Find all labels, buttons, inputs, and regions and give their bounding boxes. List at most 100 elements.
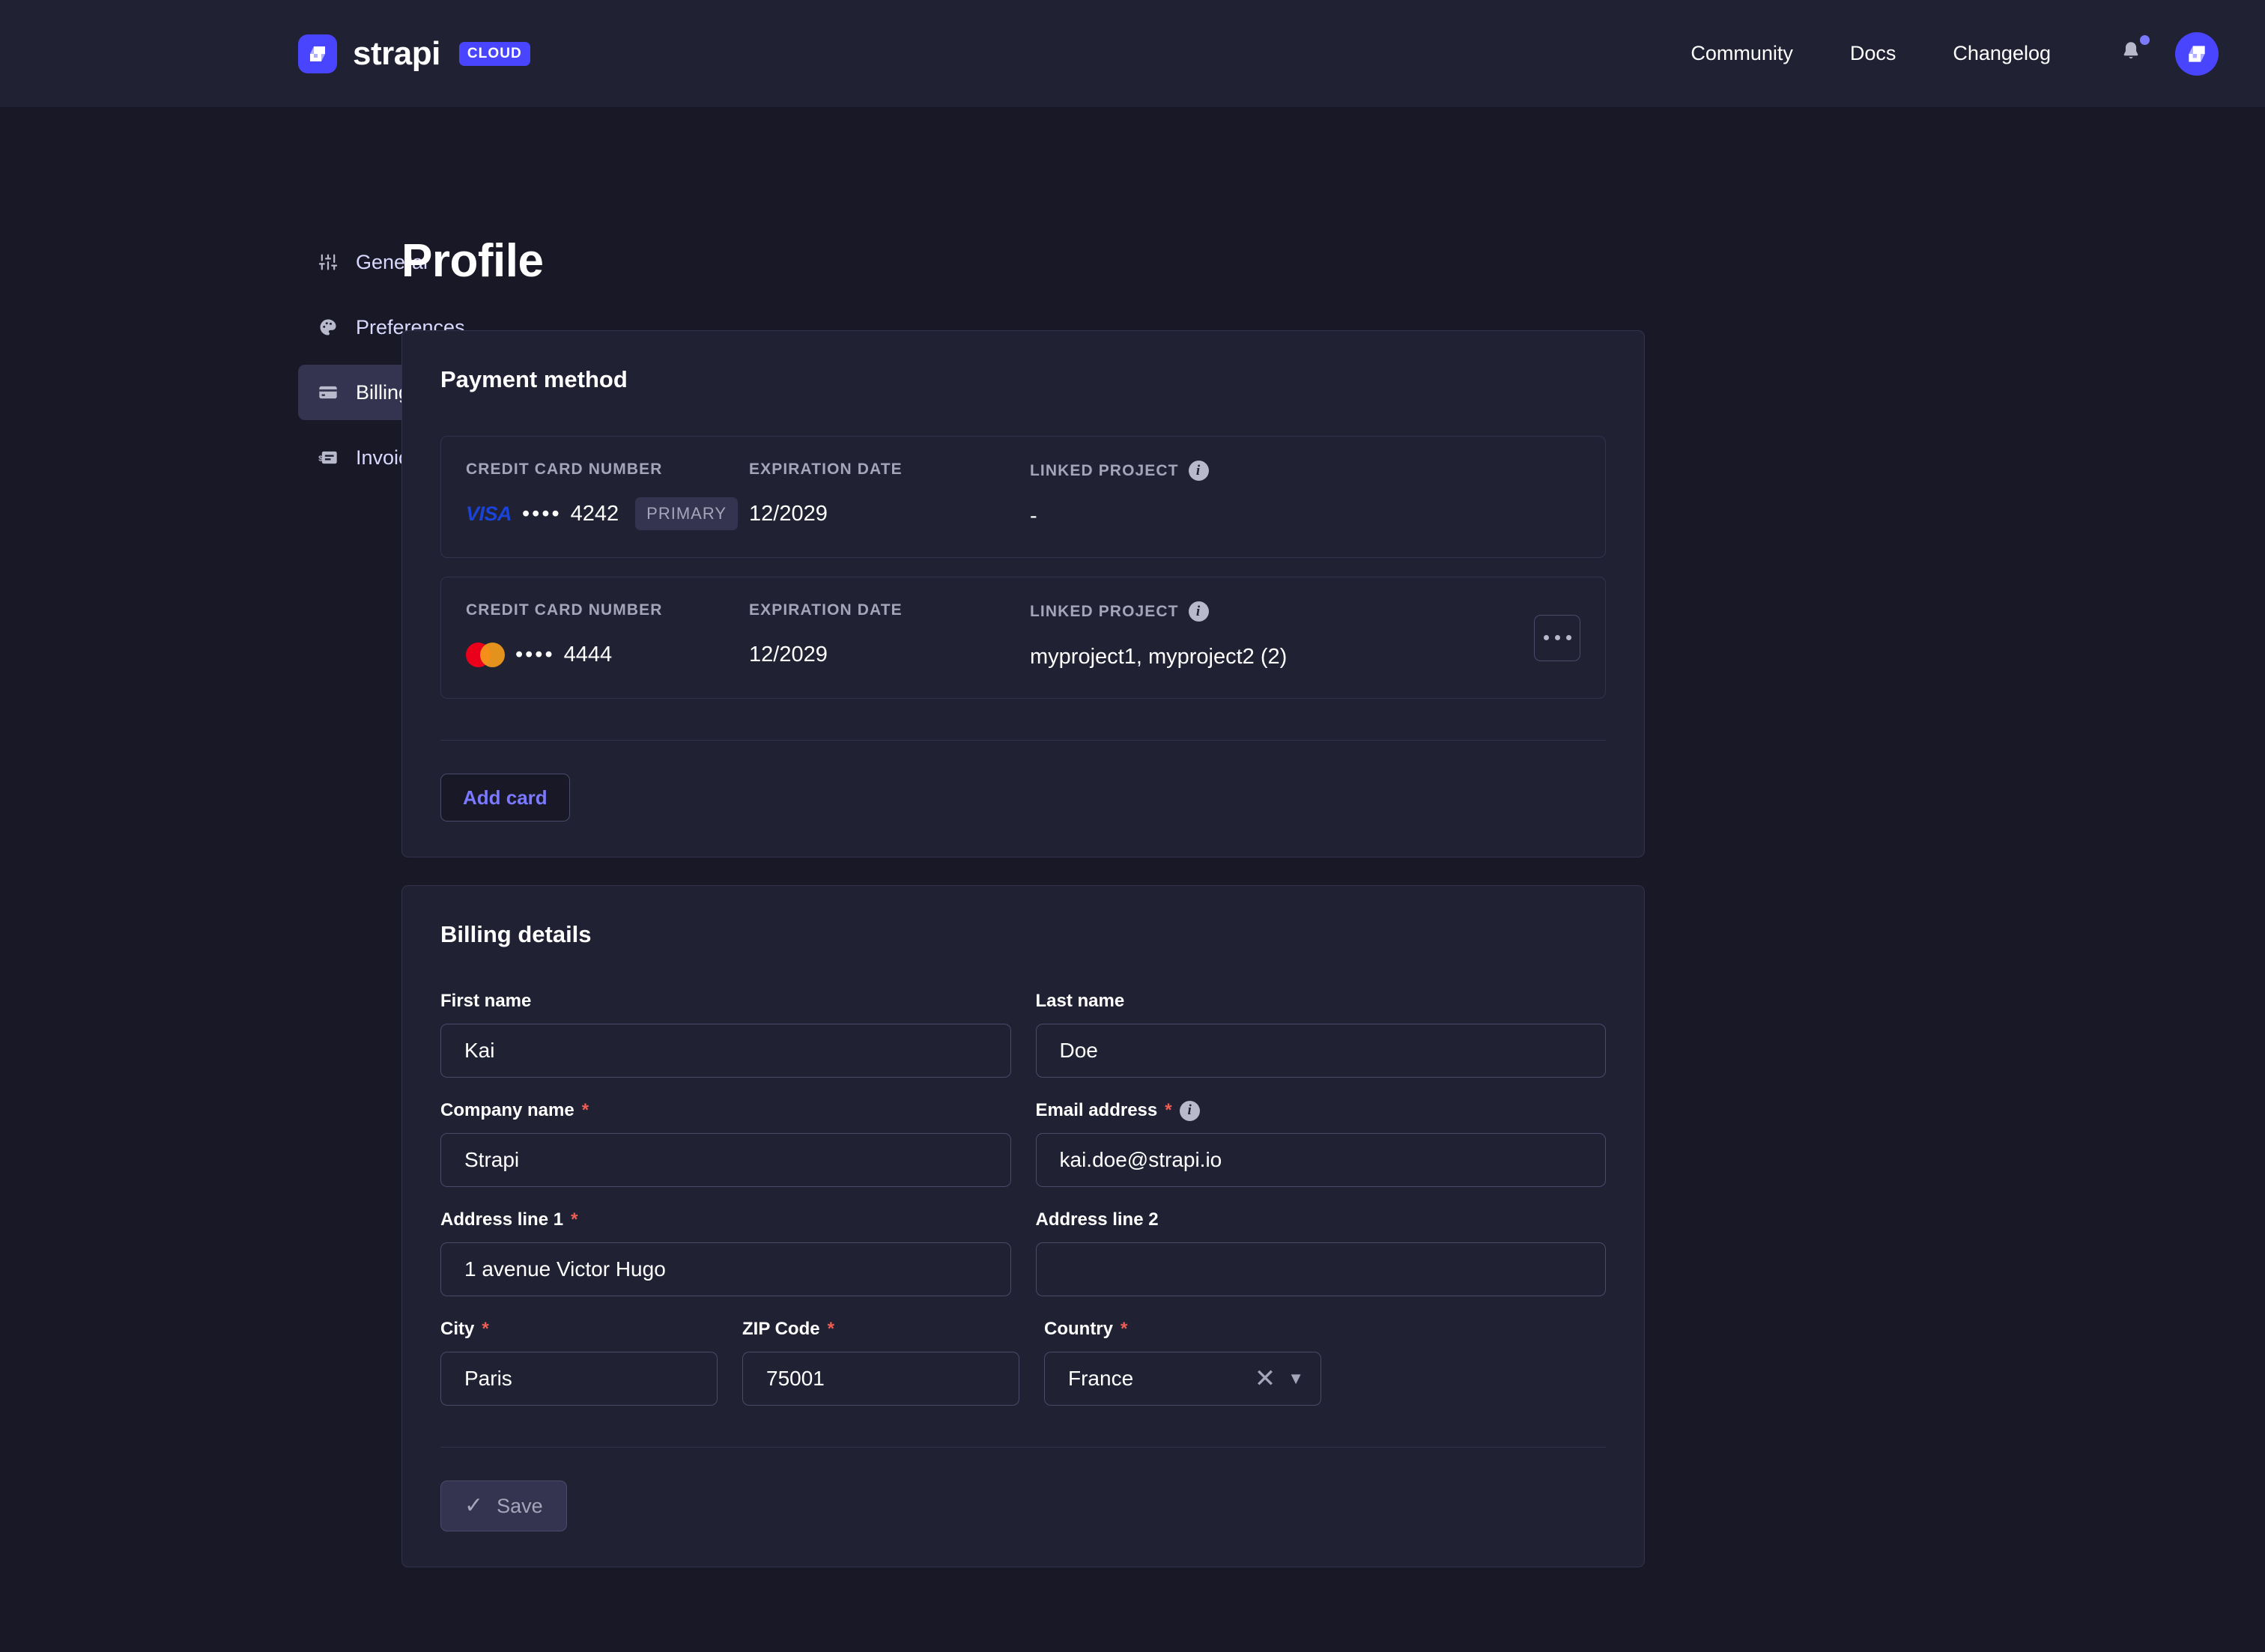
save-button-label: Save [497,1494,543,1517]
card-last4: 4444 [563,642,613,666]
panel-divider [440,740,1606,741]
field-city: City * Paris [440,1319,718,1406]
save-button[interactable]: ✓ Save [440,1481,567,1531]
palette-icon [316,315,340,339]
address-line-2-label-text: Address line 2 [1035,1209,1159,1230]
strapi-avatar-icon [2189,45,2205,62]
more-dot [1543,635,1549,640]
header-nav-links: Community Docs Changelog [1662,31,2219,76]
bell-icon [2123,42,2138,58]
zip-code-label-text: ZIP Code [742,1319,820,1339]
sliders-icon [316,250,340,274]
billing-details-panel: Billing details First name Kai Last name… [401,885,1645,1567]
field-email-address: Email address * i kai.doe@strapi.io [1035,1100,1607,1187]
email-address-label-text: Email address [1035,1100,1158,1120]
email-address-label: Email address * i [1036,1100,1607,1121]
notifications-button[interactable] [2111,35,2151,68]
city-input[interactable]: Paris [440,1352,718,1406]
first-name-input[interactable]: Kai [440,1024,1011,1078]
column-header-linked-project: LINKED PROJECT i [1030,601,1580,622]
card-number-value: •••• 4444 [466,639,749,670]
brand-logo[interactable]: strapi CLOUD [298,34,530,73]
payment-card-row-mastercard[interactable]: CREDIT CARD NUMBER •••• 4444 EXPIRATION … [440,577,1606,699]
page-body: General Preferences Billing $ Invoices P… [0,107,2265,1595]
payment-method-panel: Payment method CREDIT CARD NUMBER VISA •… [401,330,1645,857]
zip-code-input[interactable]: 75001 [742,1352,1019,1406]
last-name-input[interactable]: Doe [1035,1024,1606,1078]
email-address-input[interactable]: kai.doe@strapi.io [1035,1133,1606,1187]
add-card-button[interactable]: Add card [440,774,570,822]
company-name-input[interactable]: Strapi [440,1133,1011,1187]
nav-link-docs[interactable]: Docs [1822,42,1925,65]
card-linked-project-column: LINKED PROJECT i - [1030,461,1580,532]
country-select[interactable]: France ✕ ▼ [1044,1352,1321,1406]
info-icon[interactable]: i [1188,461,1209,481]
nav-link-changelog[interactable]: Changelog [1924,42,2079,65]
panel-divider [440,1447,1606,1448]
card-expiry-column: EXPIRATION DATE 12/2029 [749,601,1030,672]
card-linked-project-value: myproject1, myproject2 (2) [1030,644,1288,669]
required-asterisk: * [571,1209,578,1230]
brand-cloud-badge: CLOUD [458,41,530,66]
nav-link-community[interactable]: Community [1662,42,1822,65]
info-icon[interactable]: i [1179,1100,1200,1121]
column-header-expiration-date: EXPIRATION DATE [749,601,903,619]
card-linked-project-column: LINKED PROJECT i myproject1, myproject2 … [1030,601,1580,672]
field-address-line-2: Address line 2 [1035,1209,1607,1296]
column-header-linked-project: LINKED PROJECT i [1030,461,1580,481]
column-header-card-number: CREDIT CARD NUMBER [466,601,663,619]
card-expiry-column: EXPIRATION DATE 12/2029 [749,461,1030,532]
city-label: City * [440,1319,718,1340]
required-asterisk: * [1121,1319,1128,1339]
address-line-1-input[interactable]: 1 avenue Victor Hugo [440,1242,1011,1296]
field-last-name: Last name Doe [1035,991,1607,1078]
brand-name: strapi [353,34,440,72]
company-name-label-text: Company name [440,1100,574,1120]
field-address-line-1: Address line 1 * 1 avenue Victor Hugo [440,1209,1011,1296]
page-title: Profile [401,235,544,287]
field-company-name: Company name * Strapi [440,1100,1011,1187]
last-name-label: Last name [1036,991,1607,1012]
first-name-label-text: First name [440,991,532,1011]
field-zip-code: ZIP Code * 75001 [742,1319,1019,1406]
form-row-address: Address line 1 * 1 avenue Victor Hugo Ad… [440,1209,1606,1296]
zip-code-label: ZIP Code * [742,1319,1019,1340]
credit-card-icon [316,380,340,404]
card-expiry-value: 12/2029 [749,642,828,666]
address-line-2-input[interactable] [1035,1242,1606,1296]
address-line-1-label: Address line 1 * [440,1209,1011,1230]
billing-details-title: Billing details [440,921,592,947]
more-dot [1554,635,1560,640]
notification-indicator-dot [2140,35,2150,45]
last-name-label-text: Last name [1035,991,1125,1011]
form-row-company-email: Company name * Strapi Email address * i … [440,1100,1606,1187]
country-label-text: Country [1044,1319,1113,1339]
svg-text:$: $ [318,455,323,464]
receipt-icon: $ [316,446,340,470]
card-masked-dots: •••• [515,642,555,666]
card-expiry-value: 12/2029 [749,501,828,526]
visa-logo-icon: VISA [466,502,512,525]
settings-sidebar: General Preferences Billing $ Invoices [0,107,698,1595]
clear-icon[interactable]: ✕ [1243,1366,1288,1391]
mastercard-logo-icon [466,642,505,667]
required-asterisk: * [482,1319,489,1339]
payment-card-row-visa[interactable]: CREDIT CARD NUMBER VISA •••• 4242 PRIMAR… [440,436,1606,558]
chevron-down-icon[interactable]: ▼ [1288,1369,1304,1388]
info-icon[interactable]: i [1188,601,1209,622]
avatar[interactable] [2175,31,2219,76]
card-actions-menu-button[interactable] [1534,614,1580,661]
top-navigation-bar: strapi CLOUD Community Docs Changelog [0,0,2265,107]
column-header-linked-project-label: LINKED PROJECT [1030,461,1179,479]
address-line-2-label: Address line 2 [1036,1209,1607,1230]
country-selected-value: France [1068,1367,1134,1390]
card-number-column: CREDIT CARD NUMBER •••• 4444 [466,601,749,672]
card-linked-project-value: - [1030,503,1037,528]
field-country: Country * France ✕ ▼ [1044,1319,1321,1406]
column-header-card-number: CREDIT CARD NUMBER [466,461,663,478]
required-asterisk: * [581,1100,589,1120]
payment-method-title: Payment method [440,366,628,392]
main-content: Profile Payment method CREDIT CARD NUMBE… [401,107,2265,1595]
card-masked-dots: •••• [522,501,562,526]
city-label-text: City [440,1319,475,1339]
